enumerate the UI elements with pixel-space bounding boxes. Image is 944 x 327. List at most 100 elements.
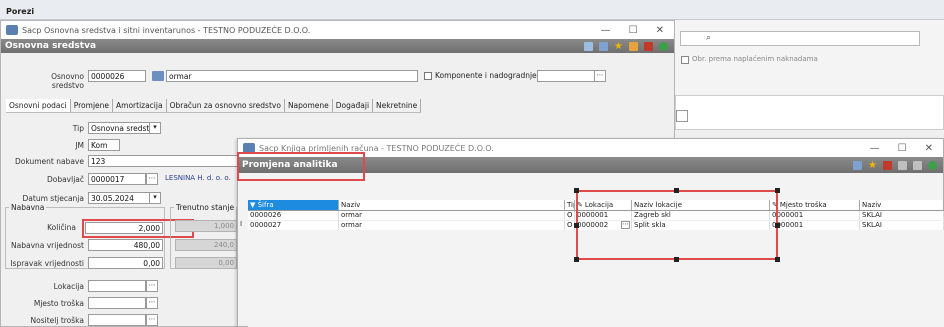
cell-sifra[interactable]: 0000027: [248, 221, 339, 230]
report-icon[interactable]: [629, 41, 638, 51]
cell-naziv[interactable]: ormar: [339, 211, 565, 220]
tab-obracun[interactable]: Obračun za osnovno sredstvo: [167, 99, 285, 112]
lokacija-selection-highlight: [576, 190, 778, 260]
maximize-icon[interactable]: ☐: [629, 25, 638, 36]
resize-handle[interactable]: [574, 257, 579, 262]
komponente-select[interactable]: [537, 70, 595, 82]
jm-label: JM: [75, 141, 84, 150]
cell-naziv2[interactable]: SKLAI: [860, 221, 944, 230]
osnovno-sredstvo-code-input[interactable]: 0000026: [88, 70, 146, 82]
datum-stjecanja-input[interactable]: 30.05.2024: [88, 192, 150, 204]
search-icon[interactable]: ⌕: [706, 33, 716, 43]
lokacija-lookup-button[interactable]: ⋯: [146, 280, 158, 292]
close-icon[interactable]: ✕: [925, 143, 933, 154]
tab-osnovni-podaci[interactable]: Osnovni podaci: [6, 99, 71, 112]
print-icon[interactable]: [883, 160, 892, 170]
datum-stjecanja-label: Datum stjecanja: [22, 194, 84, 203]
minimize-icon[interactable]: —: [601, 25, 611, 36]
resize-handle[interactable]: [775, 188, 780, 193]
trenutno-nabavna: 240,0: [175, 239, 237, 251]
col-tip[interactable]: Tip: [565, 200, 575, 210]
top-strip: [0, 0, 944, 20]
panel-title: Osnovna sredstva: [5, 41, 97, 51]
tip-label: Tip: [72, 124, 84, 133]
resize-handle[interactable]: [574, 188, 579, 193]
mjesto-troska-input[interactable]: [88, 297, 146, 309]
resize-handle[interactable]: [775, 257, 780, 262]
dobavljac-code-input[interactable]: 0000017: [88, 173, 146, 185]
dobavljac-name: LESNINA H. d. o. o.: [165, 174, 231, 182]
ispravak-vrijednosti-input[interactable]: 0,00: [88, 257, 163, 269]
resize-handle[interactable]: [574, 223, 579, 228]
window-titlebar: Sacp Osnovna sredstva i sitni inventarun…: [1, 21, 674, 39]
cell-mjesto-troska[interactable]: 0000001: [770, 211, 860, 220]
paste-icon[interactable]: [913, 160, 922, 170]
lokacija-input[interactable]: [88, 280, 146, 292]
resize-handle[interactable]: [674, 257, 679, 262]
tab-promjene[interactable]: Promjene: [71, 99, 114, 112]
background-search-input[interactable]: [680, 31, 920, 46]
print-icon[interactable]: [644, 41, 653, 51]
help-icon[interactable]: [659, 41, 668, 51]
nositelj-troska-lookup-button[interactable]: ⋯: [146, 314, 158, 326]
dokument-nabave-label: Dokument nabave: [15, 157, 84, 166]
osnovno-sredstvo-name-input[interactable]: ormar: [166, 70, 418, 82]
mjesto-troska-lookup-button[interactable]: ⋯: [146, 297, 158, 309]
tab-napomene[interactable]: Napomene: [285, 99, 333, 112]
jm-input[interactable]: Kom: [88, 139, 120, 151]
pin-icon[interactable]: [584, 41, 594, 51]
cell-naziv[interactable]: ormar: [339, 221, 565, 230]
cell-mjesto-troska[interactable]: 0000001: [770, 221, 860, 230]
trenutno-stanje-label: Trenutno stanje: [174, 203, 237, 212]
lokacija-label: Lokacija: [53, 282, 84, 291]
calendar-icon[interactable]: ▾: [149, 192, 161, 204]
trenutno-kolicina: 1,000: [175, 220, 237, 232]
layout-icon[interactable]: [853, 160, 863, 170]
cell-naziv2[interactable]: SKLAI: [860, 211, 944, 220]
star-icon[interactable]: ★: [614, 41, 623, 51]
panel-header: Osnovna sredstva ★: [1, 39, 674, 53]
maximize-icon[interactable]: ☐: [898, 143, 907, 154]
cell-sifra[interactable]: 0000026: [248, 211, 339, 220]
dokument-nabave-input[interactable]: 123: [88, 155, 238, 167]
help-icon[interactable]: [928, 160, 937, 170]
lookup-icon[interactable]: [152, 71, 164, 81]
tab-amortizacija[interactable]: Amortizacija: [113, 99, 167, 112]
nabavna-vrijednost-input[interactable]: 480,00: [88, 239, 163, 251]
chevron-down-icon[interactable]: ▾: [149, 122, 161, 134]
tip-select[interactable]: Osnovna sredstva: [88, 122, 150, 134]
tabs: Osnovni podaci Promjene Amortizacija Obr…: [6, 99, 422, 113]
resize-handle[interactable]: [775, 223, 780, 228]
nositelj-troska-label: Nositelj troška: [30, 316, 84, 325]
background-box[interactable]: [676, 110, 688, 122]
ispravak-vrijednosti-label: Ispravak vrijednosti: [10, 259, 84, 268]
tab-nekretnine[interactable]: Nekretnine: [373, 99, 422, 112]
panel2-title-highlight: [237, 152, 365, 181]
tab-dogadaji[interactable]: Događaji: [333, 99, 374, 112]
cell-tip[interactable]: O: [565, 211, 575, 220]
close-icon[interactable]: ✕: [656, 25, 664, 36]
row-cursor-icon: I: [240, 220, 243, 228]
star-icon[interactable]: ★: [868, 160, 877, 170]
resize-handle[interactable]: [674, 188, 679, 193]
kolicina-label: Količina: [47, 223, 76, 232]
nabavna-group-label: Nabavna: [9, 203, 47, 212]
kolicina-input[interactable]: 2,000: [85, 222, 163, 234]
col-mjesto-troska[interactable]: ✎ Mjesto troška: [770, 200, 860, 210]
copy-icon[interactable]: [898, 160, 907, 170]
obr-checkbox[interactable]: [681, 56, 689, 64]
col-naziv2[interactable]: Naziv: [860, 200, 944, 210]
col-naziv[interactable]: Naziv: [339, 200, 565, 210]
layout-icon[interactable]: [599, 41, 609, 51]
dobavljac-lookup-button[interactable]: ⋯: [146, 173, 158, 185]
komponente-lookup-button[interactable]: ⋯: [594, 70, 606, 82]
background-grid: [675, 95, 944, 130]
minimize-icon[interactable]: —: [870, 143, 880, 154]
col-sifra[interactable]: ▼ Šifra: [248, 200, 339, 210]
komponente-checkbox[interactable]: [424, 72, 432, 80]
col-mjesto-troska-label: Mjesto troška: [779, 201, 827, 209]
window-title: Sacp Osnovna sredstva i sitni inventarun…: [22, 25, 311, 35]
nositelj-troska-input[interactable]: [88, 314, 146, 326]
obr-checkbox-label: Obr. prema naplaćenim naknadama: [692, 55, 818, 63]
porezi-label: Porezi: [6, 7, 35, 16]
